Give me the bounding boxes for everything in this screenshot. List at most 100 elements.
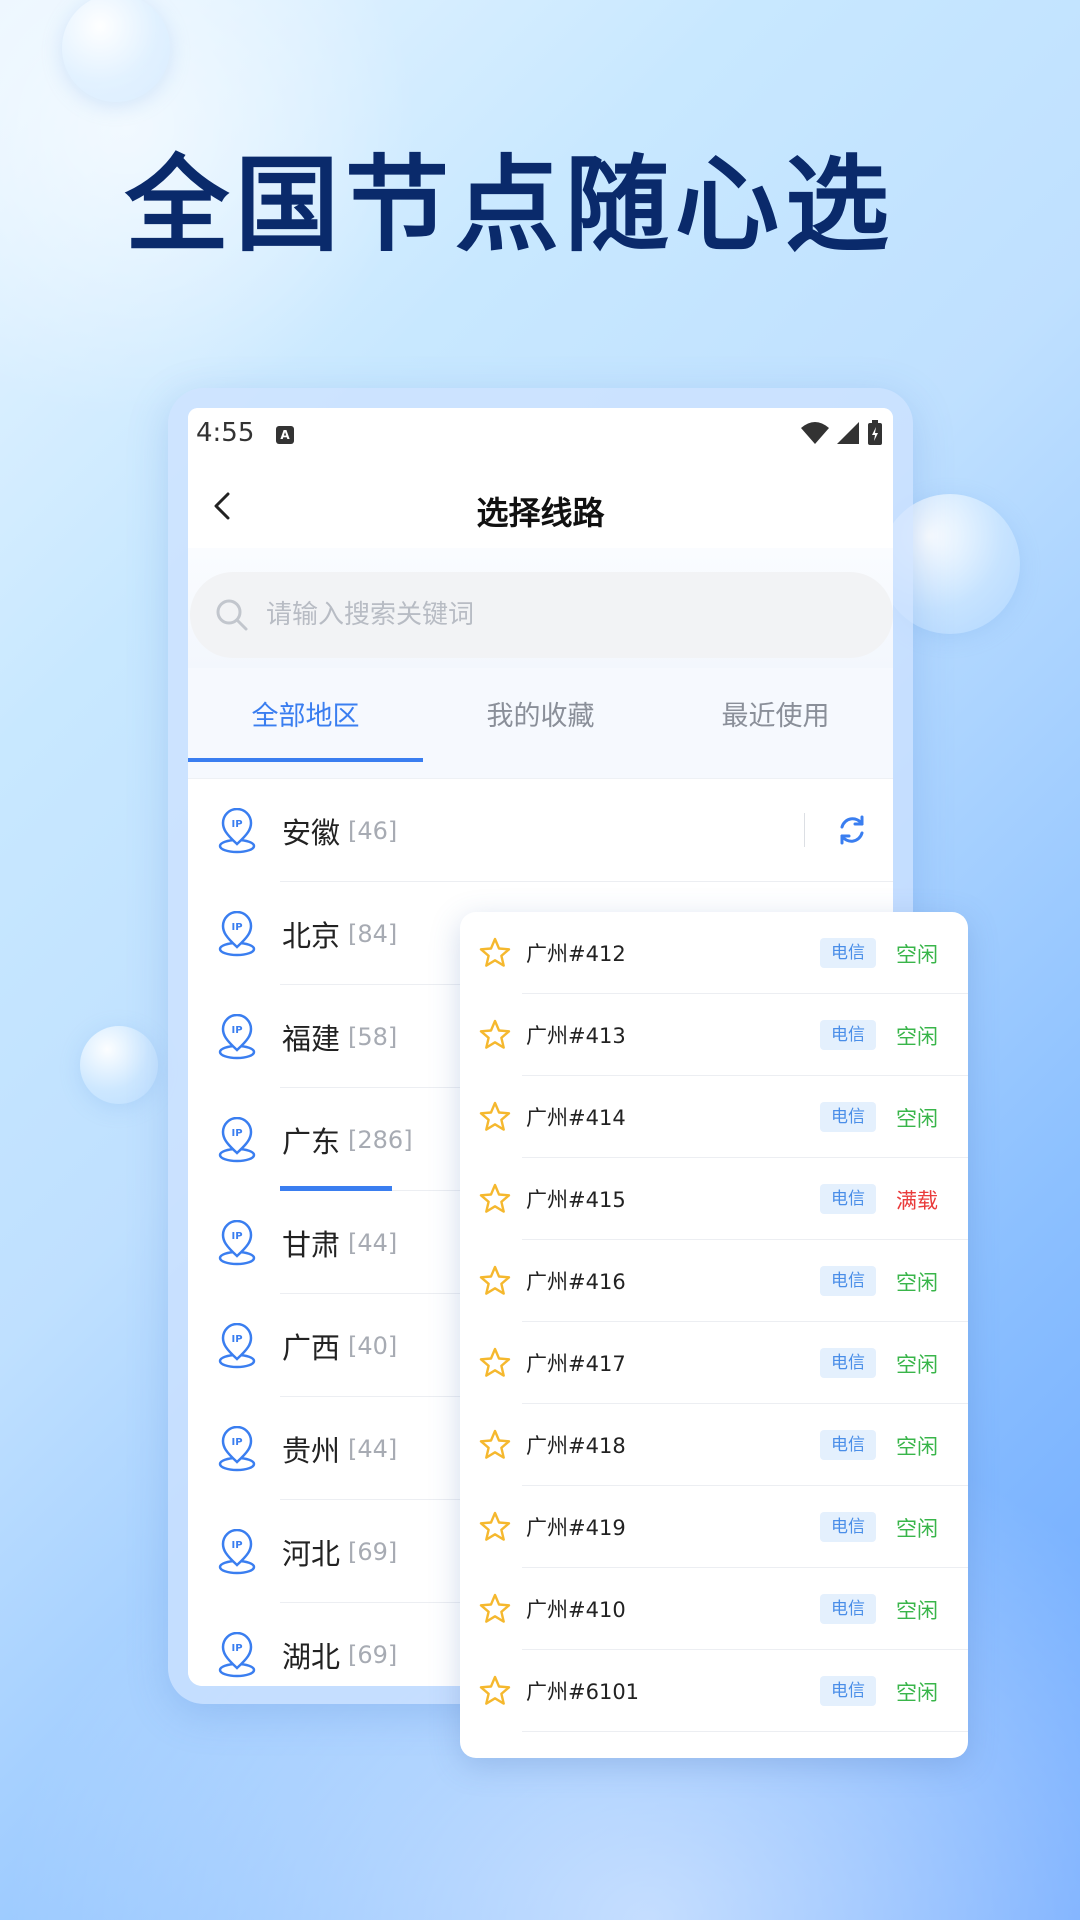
isp-badge: 电信 xyxy=(820,1266,876,1296)
node-item[interactable]: 广州#416 电信 空闲 xyxy=(460,1240,968,1322)
node-name: 广州#417 xyxy=(526,1352,626,1376)
search-area xyxy=(188,548,893,668)
svg-text:IP: IP xyxy=(231,1025,242,1036)
search-bar[interactable] xyxy=(190,572,893,658)
status-bar: 4:55 A xyxy=(188,408,893,468)
isp-badge: 电信 xyxy=(820,1184,876,1214)
divider xyxy=(804,813,805,847)
ip-location-icon: IP xyxy=(218,1322,256,1368)
svg-text:IP: IP xyxy=(231,922,242,933)
isp-badge: 电信 xyxy=(820,938,876,968)
node-status: 空闲 xyxy=(896,943,938,967)
star-icon[interactable] xyxy=(478,936,512,970)
region-name: 广西 xyxy=(282,1330,341,1365)
tab-recent[interactable]: 最近使用 xyxy=(658,668,893,778)
star-icon[interactable] xyxy=(478,1182,512,1216)
node-item[interactable]: 广州#412 电信 空闲 xyxy=(460,912,968,994)
region-name: 北京 xyxy=(282,918,341,953)
star-icon[interactable] xyxy=(478,1674,512,1708)
search-icon xyxy=(216,599,248,631)
node-status: 空闲 xyxy=(896,1599,938,1623)
region-count: [46] xyxy=(348,816,398,845)
node-item[interactable]: 广州#417 电信 空闲 xyxy=(460,1322,968,1404)
node-name: 广州#410 xyxy=(526,1598,626,1622)
svg-text:IP: IP xyxy=(231,1128,242,1139)
node-name: 广州#414 xyxy=(526,1106,626,1130)
search-input[interactable] xyxy=(266,600,746,630)
region-name: 福建 xyxy=(282,1021,341,1056)
region-count: [40] xyxy=(348,1331,398,1360)
star-icon[interactable] xyxy=(478,1346,512,1380)
region-count: [69] xyxy=(348,1640,398,1669)
isp-badge: 电信 xyxy=(820,1102,876,1132)
node-status: 满载 xyxy=(896,1189,938,1213)
region-count: [44] xyxy=(348,1434,398,1463)
page-title: 选择线路 xyxy=(476,494,605,532)
region-name: 甘肃 xyxy=(282,1227,341,1262)
status-time: 4:55 xyxy=(196,418,255,448)
wifi-icon xyxy=(801,422,829,444)
region-count: [58] xyxy=(348,1022,398,1051)
ip-location-icon: IP xyxy=(218,1116,256,1162)
node-status: 空闲 xyxy=(896,1025,938,1049)
region-name: 广东 xyxy=(282,1124,341,1159)
node-status: 空闲 xyxy=(896,1107,938,1131)
svg-text:IP: IP xyxy=(231,1231,242,1242)
node-item[interactable]: 广州#410 电信 空闲 xyxy=(460,1568,968,1650)
svg-text:IP: IP xyxy=(231,1540,242,1551)
node-item[interactable]: 广州#413 电信 空闲 xyxy=(460,994,968,1076)
star-icon[interactable] xyxy=(478,1100,512,1134)
notification-icon: A xyxy=(276,426,294,444)
nav-bar: 选择线路 xyxy=(188,468,893,548)
signal-icon xyxy=(837,422,859,444)
node-name: 广州#412 xyxy=(526,942,626,966)
svg-text:IP: IP xyxy=(231,1643,242,1654)
node-item[interactable]: 广州#415 电信 满载 xyxy=(460,1158,968,1240)
tab-favorites[interactable]: 我的收藏 xyxy=(423,668,658,778)
node-item[interactable]: 广州#414 电信 空闲 xyxy=(460,1076,968,1158)
star-icon[interactable] xyxy=(478,1018,512,1052)
region-count: [286] xyxy=(348,1125,413,1154)
star-icon[interactable] xyxy=(478,1428,512,1462)
star-icon[interactable] xyxy=(478,1510,512,1544)
battery-icon xyxy=(868,420,882,445)
node-name: 广州#418 xyxy=(526,1434,626,1458)
node-item[interactable]: 广州#419 电信 空闲 xyxy=(460,1486,968,1568)
svg-text:IP: IP xyxy=(231,819,242,830)
node-status: 空闲 xyxy=(896,1517,938,1541)
tab-all-regions[interactable]: 全部地区 xyxy=(188,668,423,778)
ip-location-icon: IP xyxy=(218,910,256,956)
node-status: 空闲 xyxy=(896,1681,938,1705)
node-name: 广州#416 xyxy=(526,1270,626,1294)
node-status: 空闲 xyxy=(896,1435,938,1459)
region-name: 安徽 xyxy=(282,815,341,850)
node-list-popup: 广州#412 电信 空闲 广州#413 电信 空闲 广州#414 电信 空闲 广… xyxy=(460,912,968,1758)
ip-location-icon: IP xyxy=(218,1425,256,1471)
node-name: 广州#419 xyxy=(526,1516,626,1540)
isp-badge: 电信 xyxy=(820,1594,876,1624)
svg-text:IP: IP xyxy=(231,1334,242,1345)
ip-location-icon: IP xyxy=(218,807,256,853)
node-name: 广州#413 xyxy=(526,1024,626,1048)
node-item[interactable]: 广州#6101 电信 空闲 xyxy=(460,1650,968,1732)
region-name: 湖北 xyxy=(282,1639,341,1674)
ip-location-icon: IP xyxy=(218,1631,256,1677)
star-icon[interactable] xyxy=(478,1592,512,1626)
region-name: 贵州 xyxy=(282,1433,341,1468)
isp-badge: 电信 xyxy=(820,1676,876,1706)
node-name: 广州#415 xyxy=(526,1188,626,1212)
decor-bubble xyxy=(80,1026,158,1104)
isp-badge: 电信 xyxy=(820,1512,876,1542)
region-count: [44] xyxy=(348,1228,398,1257)
node-item[interactable]: 广州#418 电信 空闲 xyxy=(460,1404,968,1486)
star-icon[interactable] xyxy=(478,1264,512,1298)
isp-badge: 电信 xyxy=(820,1020,876,1050)
tab-bar: 全部地区 我的收藏 最近使用 xyxy=(188,668,893,778)
ip-location-icon: IP xyxy=(218,1528,256,1574)
node-status: 空闲 xyxy=(896,1271,938,1295)
headline: 全国节点随心选 xyxy=(124,144,895,266)
region-item[interactable]: IP 安徽 [46] xyxy=(188,779,893,882)
isp-badge: 电信 xyxy=(820,1348,876,1378)
ip-location-icon: IP xyxy=(218,1219,256,1265)
refresh-icon[interactable] xyxy=(835,813,869,847)
